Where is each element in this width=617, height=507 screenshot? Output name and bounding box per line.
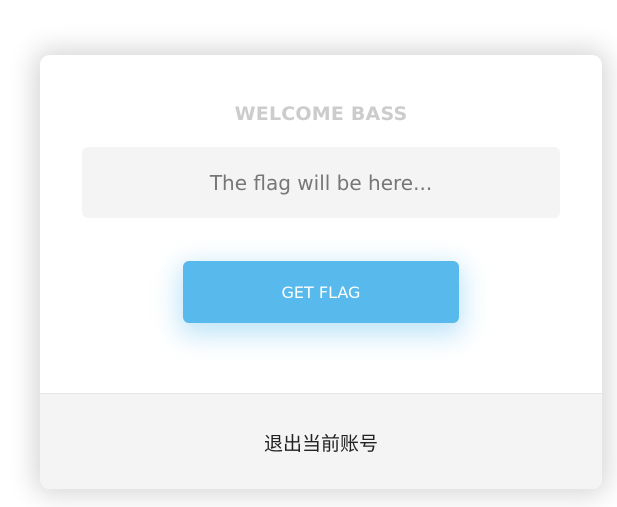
flag-display-box: The flag will be here... (82, 147, 560, 218)
card-footer: 退出当前账号 (40, 393, 602, 489)
flag-card: WELCOME BASS The flag will be here... GE… (40, 55, 602, 489)
get-flag-button[interactable]: GET FLAG (183, 261, 459, 323)
welcome-heading: WELCOME BASS (234, 103, 408, 125)
logout-link[interactable]: 退出当前账号 (264, 429, 378, 456)
